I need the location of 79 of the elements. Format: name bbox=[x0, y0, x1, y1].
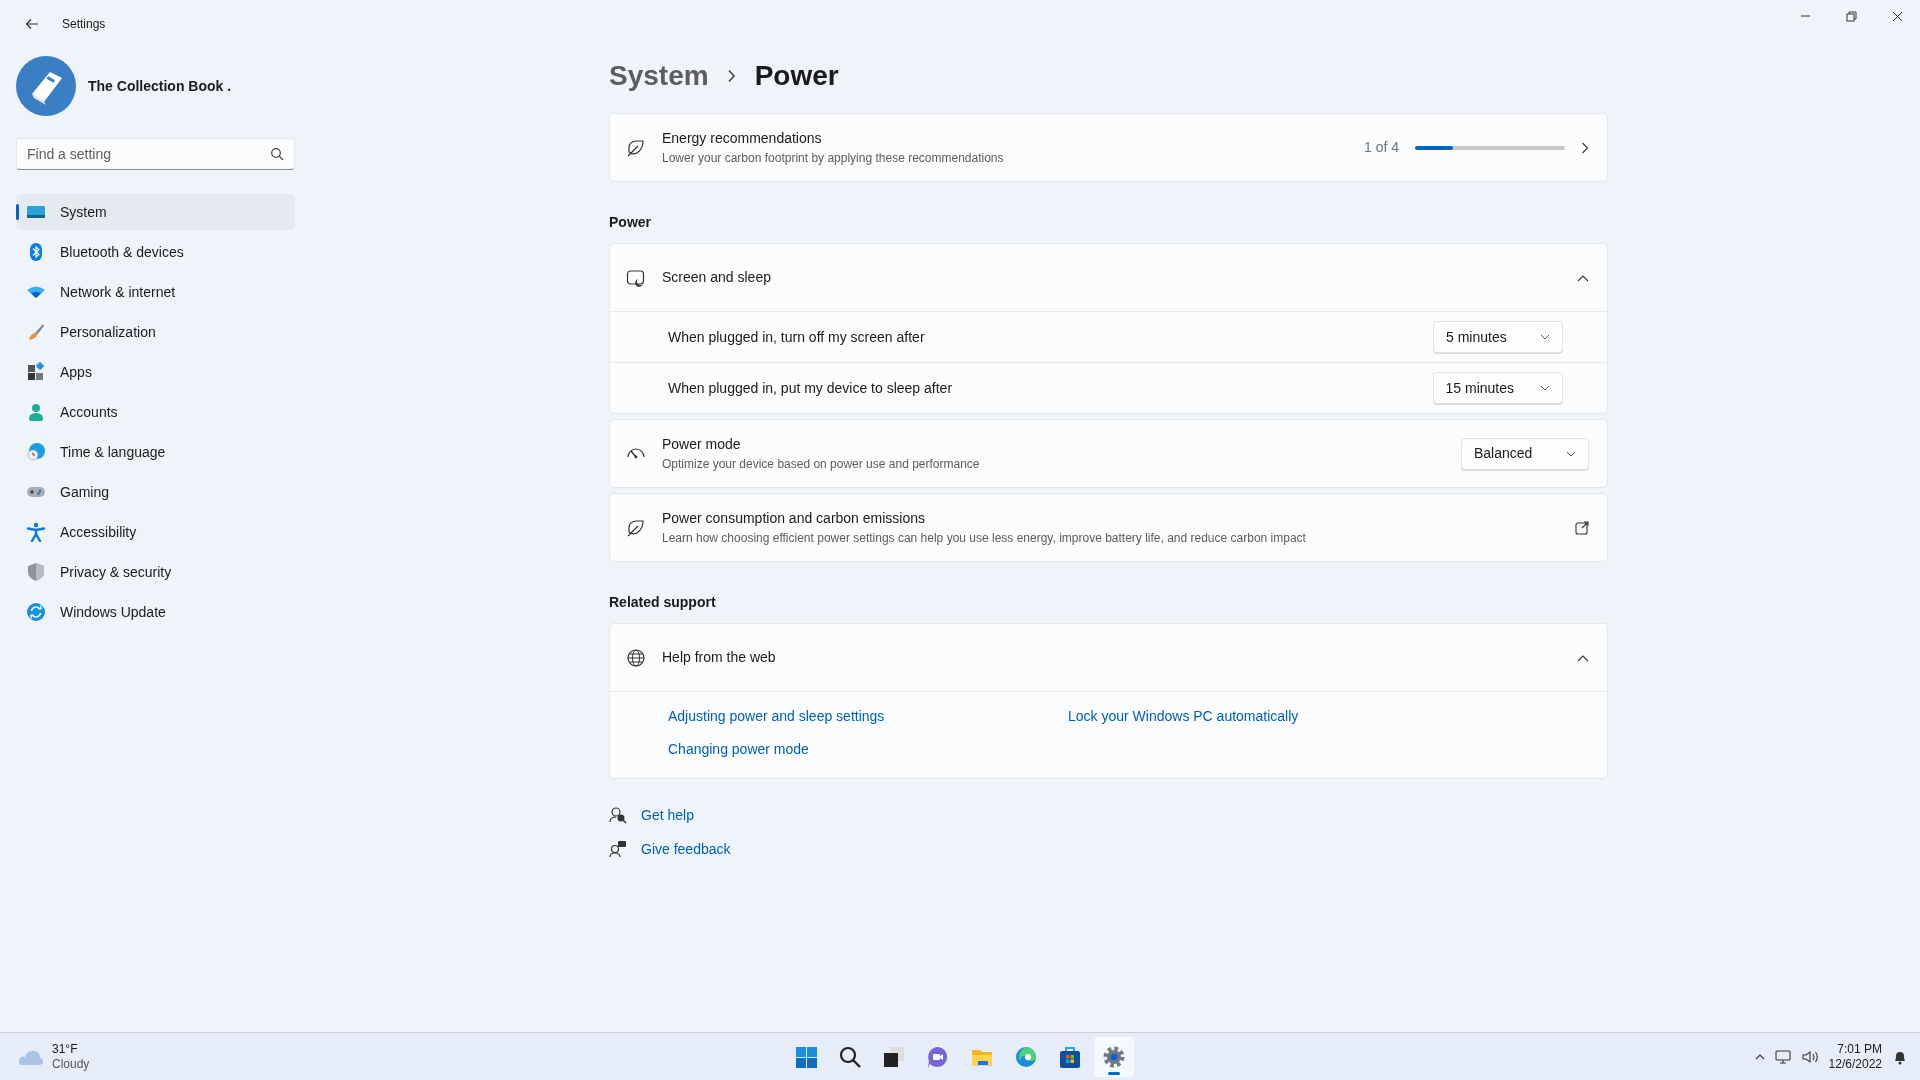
task-view-icon bbox=[882, 1044, 906, 1069]
help-link[interactable]: Get help bbox=[641, 804, 694, 826]
chevron-right-icon bbox=[1581, 141, 1589, 154]
window-title: Settings bbox=[62, 16, 106, 33]
help-link[interactable]: Give feedback bbox=[641, 838, 731, 860]
section-heading: Related support bbox=[609, 593, 717, 612]
card-description: Lower your carbon footprint by applying these recommendations bbox=[662, 150, 1005, 167]
help-link[interactable]: Adjusting power and sleep settings bbox=[668, 708, 885, 724]
start-icon bbox=[794, 1044, 818, 1069]
clock[interactable]: 7:01 PM 12/6/2022 bbox=[1828, 1041, 1882, 1072]
account-name: The Collection Book . bbox=[88, 76, 232, 96]
accessibility-figure-icon bbox=[26, 522, 46, 542]
feedback-person-icon bbox=[609, 840, 627, 858]
nav-item[interactable]: Accounts bbox=[16, 394, 295, 430]
breadcrumb-link[interactable]: System bbox=[609, 54, 709, 97]
nav-item[interactable]: Windows Update bbox=[16, 594, 295, 630]
setting-label: When plugged in, put my device to sleep after bbox=[668, 378, 954, 398]
dropdown-caret-icon bbox=[1566, 450, 1576, 457]
monitor-moon-icon bbox=[626, 267, 646, 288]
energy-card[interactable]: Energy recommendations Lower your carbon footprint by applying these recommendations 1 of 4 bbox=[609, 113, 1608, 182]
page-title: Power bbox=[754, 58, 839, 93]
chevron-up-icon[interactable] bbox=[1754, 1053, 1765, 1060]
nav-item[interactable]: Privacy & security bbox=[16, 554, 295, 590]
time-dropdown[interactable]: 15 minutes bbox=[1432, 372, 1563, 404]
help-person-icon bbox=[609, 806, 627, 824]
paintbrush-icon bbox=[26, 322, 46, 342]
help-link[interactable]: Changing power mode bbox=[668, 741, 809, 757]
globe-clock-icon bbox=[26, 442, 46, 462]
help-link[interactable]: Lock your Windows PC automatically bbox=[1068, 708, 1299, 724]
store-bag-icon bbox=[1058, 1044, 1082, 1069]
leaf-icon bbox=[626, 137, 646, 158]
dropdown-caret-icon bbox=[1540, 334, 1550, 340]
clock-date: 12/6/2022 bbox=[1828, 1056, 1882, 1072]
card-description: Learn how choosing efficient power settings can help you use less energy, improve battery life, and reduce carbon impact bbox=[662, 530, 1307, 547]
restore-icon bbox=[1845, 10, 1857, 22]
shield-icon bbox=[26, 562, 46, 582]
setting-label: When plugged in, turn off my screen after bbox=[668, 327, 926, 347]
search-field[interactable]: Find a setting bbox=[16, 138, 295, 170]
temperature-text: 31°F bbox=[52, 1042, 79, 1057]
nav-item[interactable]: Personalization bbox=[16, 314, 295, 350]
card-title: Screen and sleep bbox=[662, 268, 772, 287]
globe-icon bbox=[626, 647, 646, 668]
external-link-icon bbox=[1575, 520, 1589, 535]
card-title: Power consumption and carbon emissions bbox=[662, 509, 927, 528]
card-title: Help from the web bbox=[662, 648, 777, 667]
monitor-icon[interactable] bbox=[1774, 1048, 1791, 1065]
chat-bubble-icon bbox=[926, 1044, 950, 1069]
back-arrow-icon[interactable] bbox=[24, 16, 40, 32]
search-icon bbox=[838, 1044, 862, 1069]
power-mode-dropdown[interactable]: Balanced bbox=[1461, 437, 1589, 470]
search-icon bbox=[270, 147, 284, 161]
clock-time: 7:01 PM bbox=[1836, 1041, 1882, 1057]
nav-item[interactable]: Network & internet bbox=[16, 274, 295, 310]
card-description: Optimize your device based on power use and performance bbox=[662, 456, 981, 473]
expander-header[interactable]: Help from the web bbox=[610, 624, 1607, 691]
nav-item[interactable]: Apps bbox=[16, 354, 295, 390]
card-title: Energy recommendations bbox=[662, 129, 823, 148]
section-heading: Power bbox=[609, 213, 652, 232]
gear-icon bbox=[1102, 1044, 1126, 1069]
close-icon bbox=[1891, 10, 1903, 22]
apps-icon bbox=[26, 362, 46, 382]
browser-swirl-icon bbox=[1014, 1044, 1038, 1069]
nav-item[interactable]: System bbox=[16, 194, 295, 230]
breadcrumb-chevron-icon bbox=[726, 68, 737, 83]
nav-item[interactable]: Accessibility bbox=[16, 514, 295, 550]
leaf-icon bbox=[626, 517, 646, 538]
consumption-card[interactable]: Power consumption and carbon emissions Learn how choosing efficient power settings can help you use less energy, improve battery life, and reduce carbon impact bbox=[609, 493, 1608, 562]
dropdown-caret-icon bbox=[1540, 385, 1550, 391]
nav-item[interactable]: Gaming bbox=[16, 474, 295, 510]
refresh-icon bbox=[26, 602, 46, 622]
nav-item[interactable]: Bluetooth & devices bbox=[16, 234, 295, 270]
expander-header[interactable]: Screen and sleep bbox=[610, 244, 1607, 311]
weather-condition: Cloudy bbox=[52, 1056, 90, 1071]
speaker-icon[interactable] bbox=[1800, 1048, 1819, 1065]
nav-item[interactable]: Time & language bbox=[16, 434, 295, 470]
person-icon bbox=[26, 402, 46, 422]
progress-counter: 1 of 4 bbox=[1363, 138, 1399, 157]
card-title: Power mode bbox=[662, 435, 742, 454]
time-dropdown[interactable]: 5 minutes bbox=[1433, 321, 1563, 353]
